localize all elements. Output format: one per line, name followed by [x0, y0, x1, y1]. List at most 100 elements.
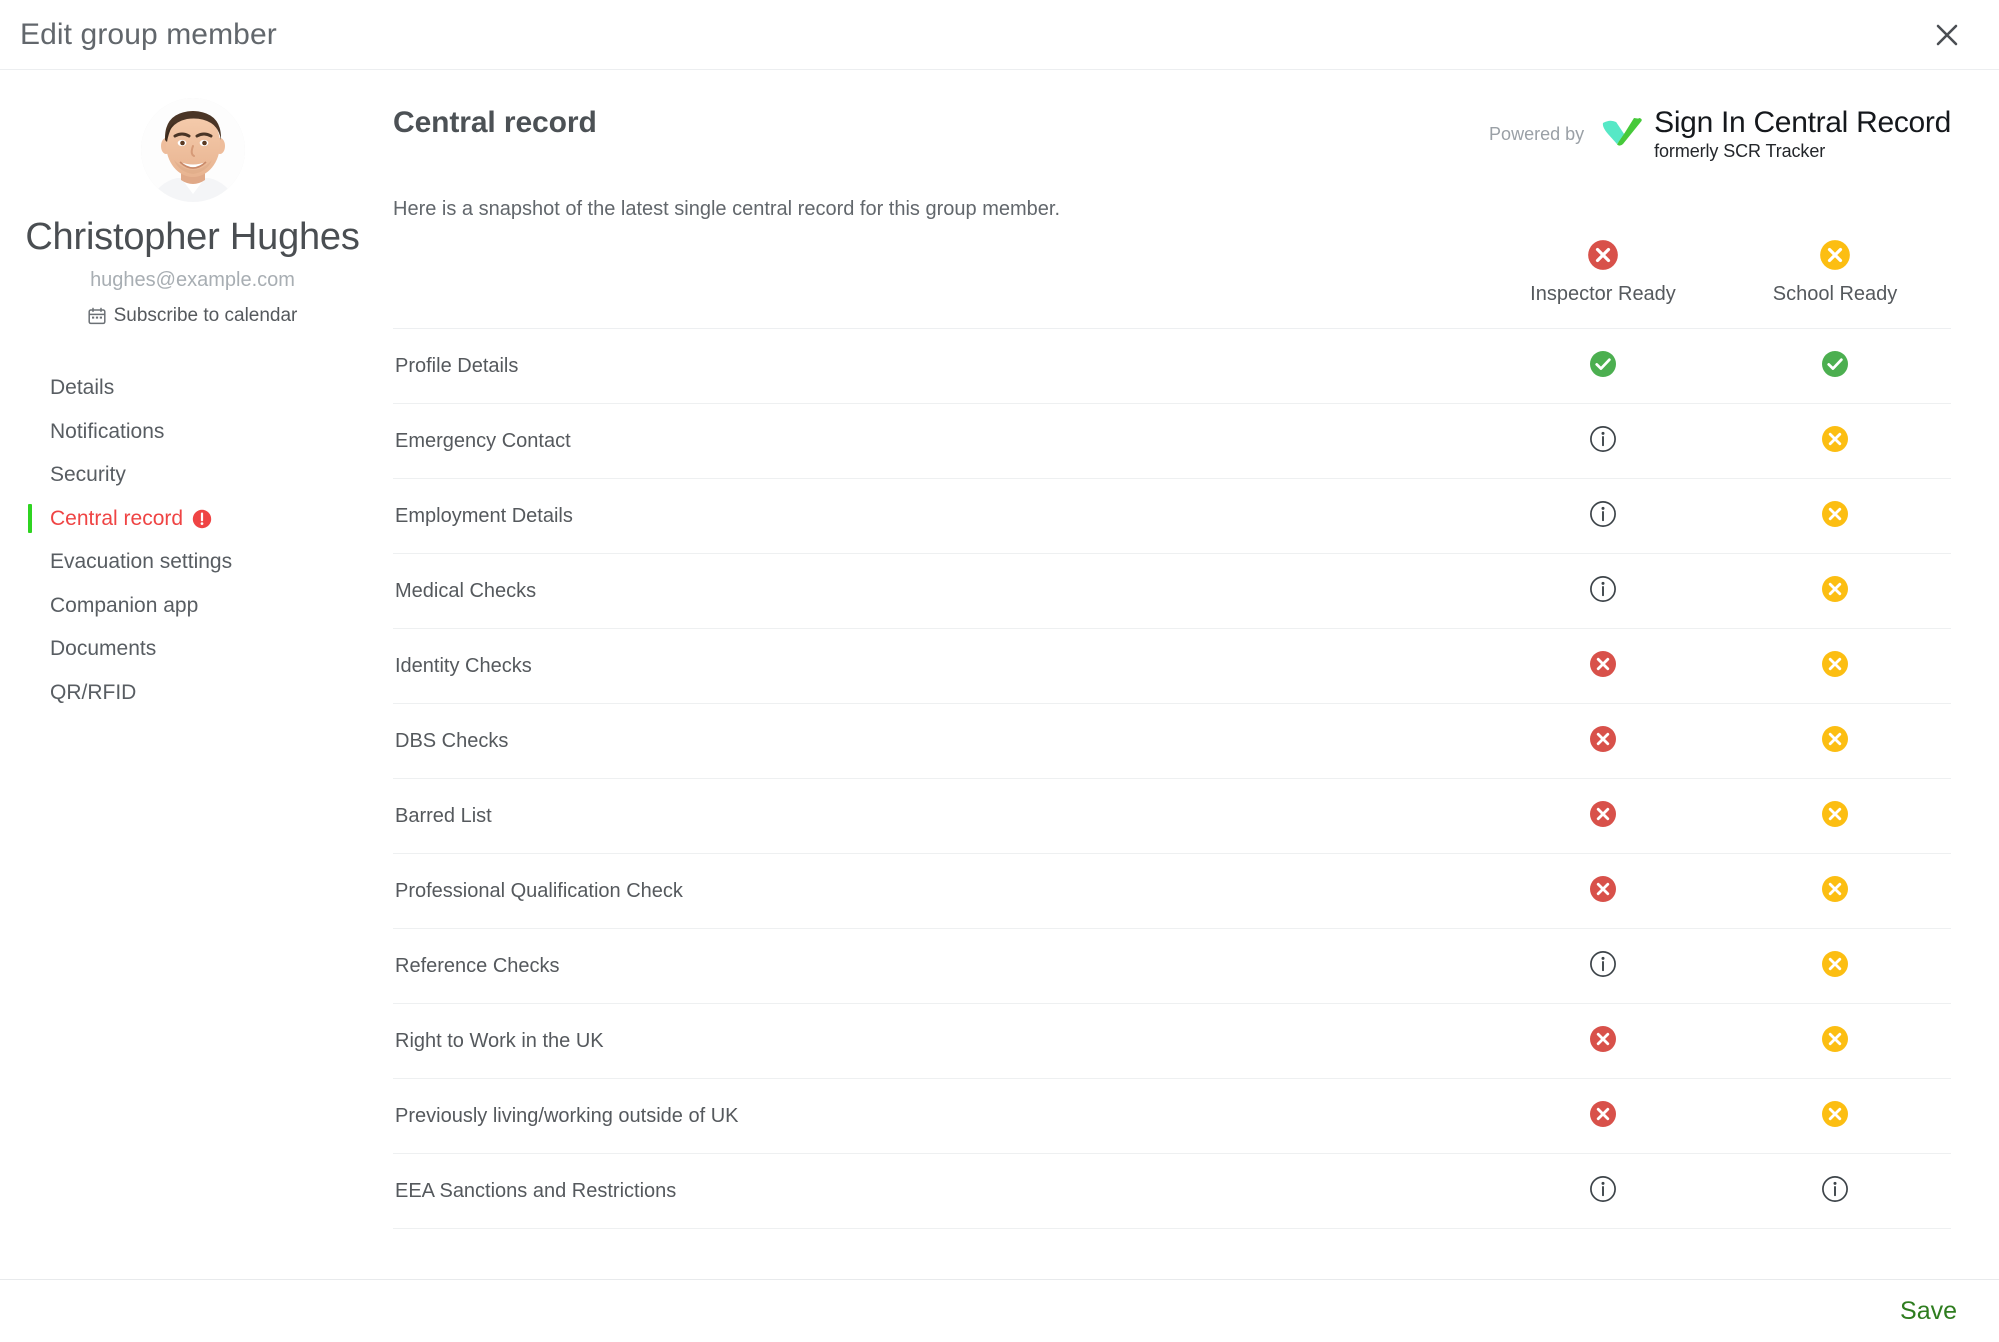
info-status-icon [1589, 1175, 1617, 1203]
school-status-cell [1719, 403, 1951, 479]
school-status-cell [1719, 1003, 1951, 1079]
sidebar-item-label: Notifications [50, 419, 165, 443]
page-title: Central record [393, 106, 597, 139]
sidebar-item-label: QR/RFID [50, 680, 137, 704]
avatar [140, 98, 245, 202]
sidebar-nav: Details Notifications Security Central reco… [0, 367, 385, 715]
modal-header: Edit group member [0, 0, 1999, 70]
school-status-cell [1719, 1078, 1951, 1154]
error-status-icon [1589, 725, 1617, 753]
close-button[interactable] [1925, 13, 1969, 57]
sidebar-item-qr-rfid[interactable]: QR/RFID [28, 671, 385, 714]
record-table-scroll[interactable]: Inspector Ready School Ready Profile Deta… [393, 221, 1951, 1279]
brand-tagline: formerly SCR Tracker [1654, 141, 1826, 161]
inspector-status-cell [1487, 703, 1719, 779]
warning-status-icon [1821, 875, 1849, 903]
school-status-cell [1719, 628, 1951, 704]
table-header: Inspector Ready School Ready [393, 239, 1951, 329]
warning-status-icon [1821, 950, 1849, 978]
error-status-icon [1589, 875, 1617, 903]
inspector-status-cell [1487, 553, 1719, 629]
warning-status-icon [1821, 800, 1849, 828]
info-status-icon [1589, 950, 1617, 978]
table-row[interactable]: Medical Checks [393, 553, 1951, 629]
sidebar-item-central-record[interactable]: Central record [28, 497, 385, 540]
column-header-label: School Ready [1772, 283, 1898, 305]
modal-body: Christopher Hughes hughes@example.com Su… [0, 70, 1999, 1279]
inspector-status-cell [1487, 328, 1719, 404]
record-row-label: Professional Qualification Check [393, 853, 1487, 929]
warning-status-icon [1821, 575, 1849, 603]
column-header-label: Inspector Ready [1530, 283, 1676, 305]
central-record-table: Inspector Ready School Ready Profile Deta… [393, 239, 1951, 1229]
record-row-label: Medical Checks [393, 553, 1487, 629]
info-status-icon [1589, 425, 1617, 453]
warning-status-icon [1821, 500, 1849, 528]
inspector-status-cell [1487, 778, 1719, 854]
table-row[interactable]: Previously living/working outside of UK [393, 1078, 1951, 1154]
powered-by-label: Powered by [1489, 123, 1585, 144]
save-button[interactable]: Save [1892, 1293, 1965, 1330]
inspector-status-cell [1487, 853, 1719, 929]
subscribe-label: Subscribe to calendar [113, 304, 298, 326]
table-row[interactable]: Employment Details [393, 478, 1951, 554]
inspector-status-cell [1487, 628, 1719, 704]
sidebar-item-details[interactable]: Details [28, 367, 385, 410]
table-row[interactable]: DBS Checks [393, 703, 1951, 779]
table-row[interactable]: Profile Details [393, 328, 1951, 404]
inspector-status-cell [1487, 1078, 1719, 1154]
sidebar-item-notifications[interactable]: Notifications [28, 410, 385, 453]
record-row-label: Previously living/working outside of UK [393, 1078, 1487, 1154]
school-status-cell [1719, 478, 1951, 554]
sidebar-item-label: Security [50, 463, 126, 487]
warning-status-icon [1821, 650, 1849, 678]
sidebar-item-documents[interactable]: Documents [28, 628, 385, 671]
success-status-icon [1589, 350, 1617, 378]
error-status-icon [1589, 800, 1617, 828]
table-row[interactable]: Barred List [393, 778, 1951, 854]
error-status-icon [1589, 650, 1617, 678]
column-header-inspector-ready: Inspector Ready [1487, 239, 1719, 329]
warning-status-icon [1821, 425, 1849, 453]
table-row[interactable]: Professional Qualification Check [393, 853, 1951, 929]
record-row-label: Emergency Contact [393, 403, 1487, 479]
table-row[interactable]: Identity Checks [393, 628, 1951, 704]
sidebar-item-label: Companion app [50, 593, 199, 617]
inspector-status-cell [1487, 403, 1719, 479]
subscribe-to-calendar-link[interactable]: Subscribe to calendar [88, 304, 298, 327]
edit-group-member-modal: Edit group member Christopher Hughes hug… [0, 0, 1999, 1342]
modal-title: Edit group member [20, 17, 277, 51]
member-sidebar: Christopher Hughes hughes@example.com Su… [0, 70, 385, 1279]
info-status-icon [1589, 575, 1617, 603]
inspector-status-cell [1487, 928, 1719, 1004]
table-row[interactable]: Right to Work in the UK [393, 1003, 1951, 1079]
error-status-icon [1589, 1025, 1617, 1053]
sidebar-item-label: Details [50, 376, 115, 400]
table-row[interactable]: Reference Checks [393, 928, 1951, 1004]
inspector-status-cell [1487, 1003, 1719, 1079]
sidebar-item-evacuation-settings[interactable]: Evacuation settings [28, 541, 385, 584]
content-header: Central record Powered by Sign In Centra… [393, 98, 1951, 160]
record-row-label: DBS Checks [393, 703, 1487, 779]
table-row[interactable]: Emergency Contact [393, 403, 1951, 479]
sidebar-item-label: Documents [50, 637, 157, 661]
table-header-row: Inspector Ready School Ready [393, 239, 1951, 329]
table-row[interactable]: EEA Sanctions and Restrictions [393, 1153, 1951, 1229]
record-row-label: Reference Checks [393, 928, 1487, 1004]
sidebar-item-companion-app[interactable]: Companion app [28, 584, 385, 627]
record-row-label: Barred List [393, 778, 1487, 854]
sidebar-item-label: Central record [50, 506, 184, 530]
warning-status-icon [1821, 725, 1849, 753]
page-description: Here is a snapshot of the latest single … [393, 198, 1061, 220]
sidebar-item-security[interactable]: Security [28, 454, 385, 497]
powered-by-block: Powered by Sign In Central Record former… [1489, 98, 1951, 161]
warning-status-icon [1821, 1025, 1849, 1053]
modal-footer: Save [0, 1279, 1999, 1342]
warning-status-icon [1821, 1100, 1849, 1128]
record-row-label: Right to Work in the UK [393, 1003, 1487, 1079]
info-status-icon [1821, 1175, 1849, 1203]
brand-lockup: Sign In Central Record formerly SCR Trac… [1601, 108, 1951, 160]
close-icon [1931, 19, 1963, 51]
inspector-status-cell [1487, 478, 1719, 554]
table-header-spacer [393, 239, 1487, 329]
